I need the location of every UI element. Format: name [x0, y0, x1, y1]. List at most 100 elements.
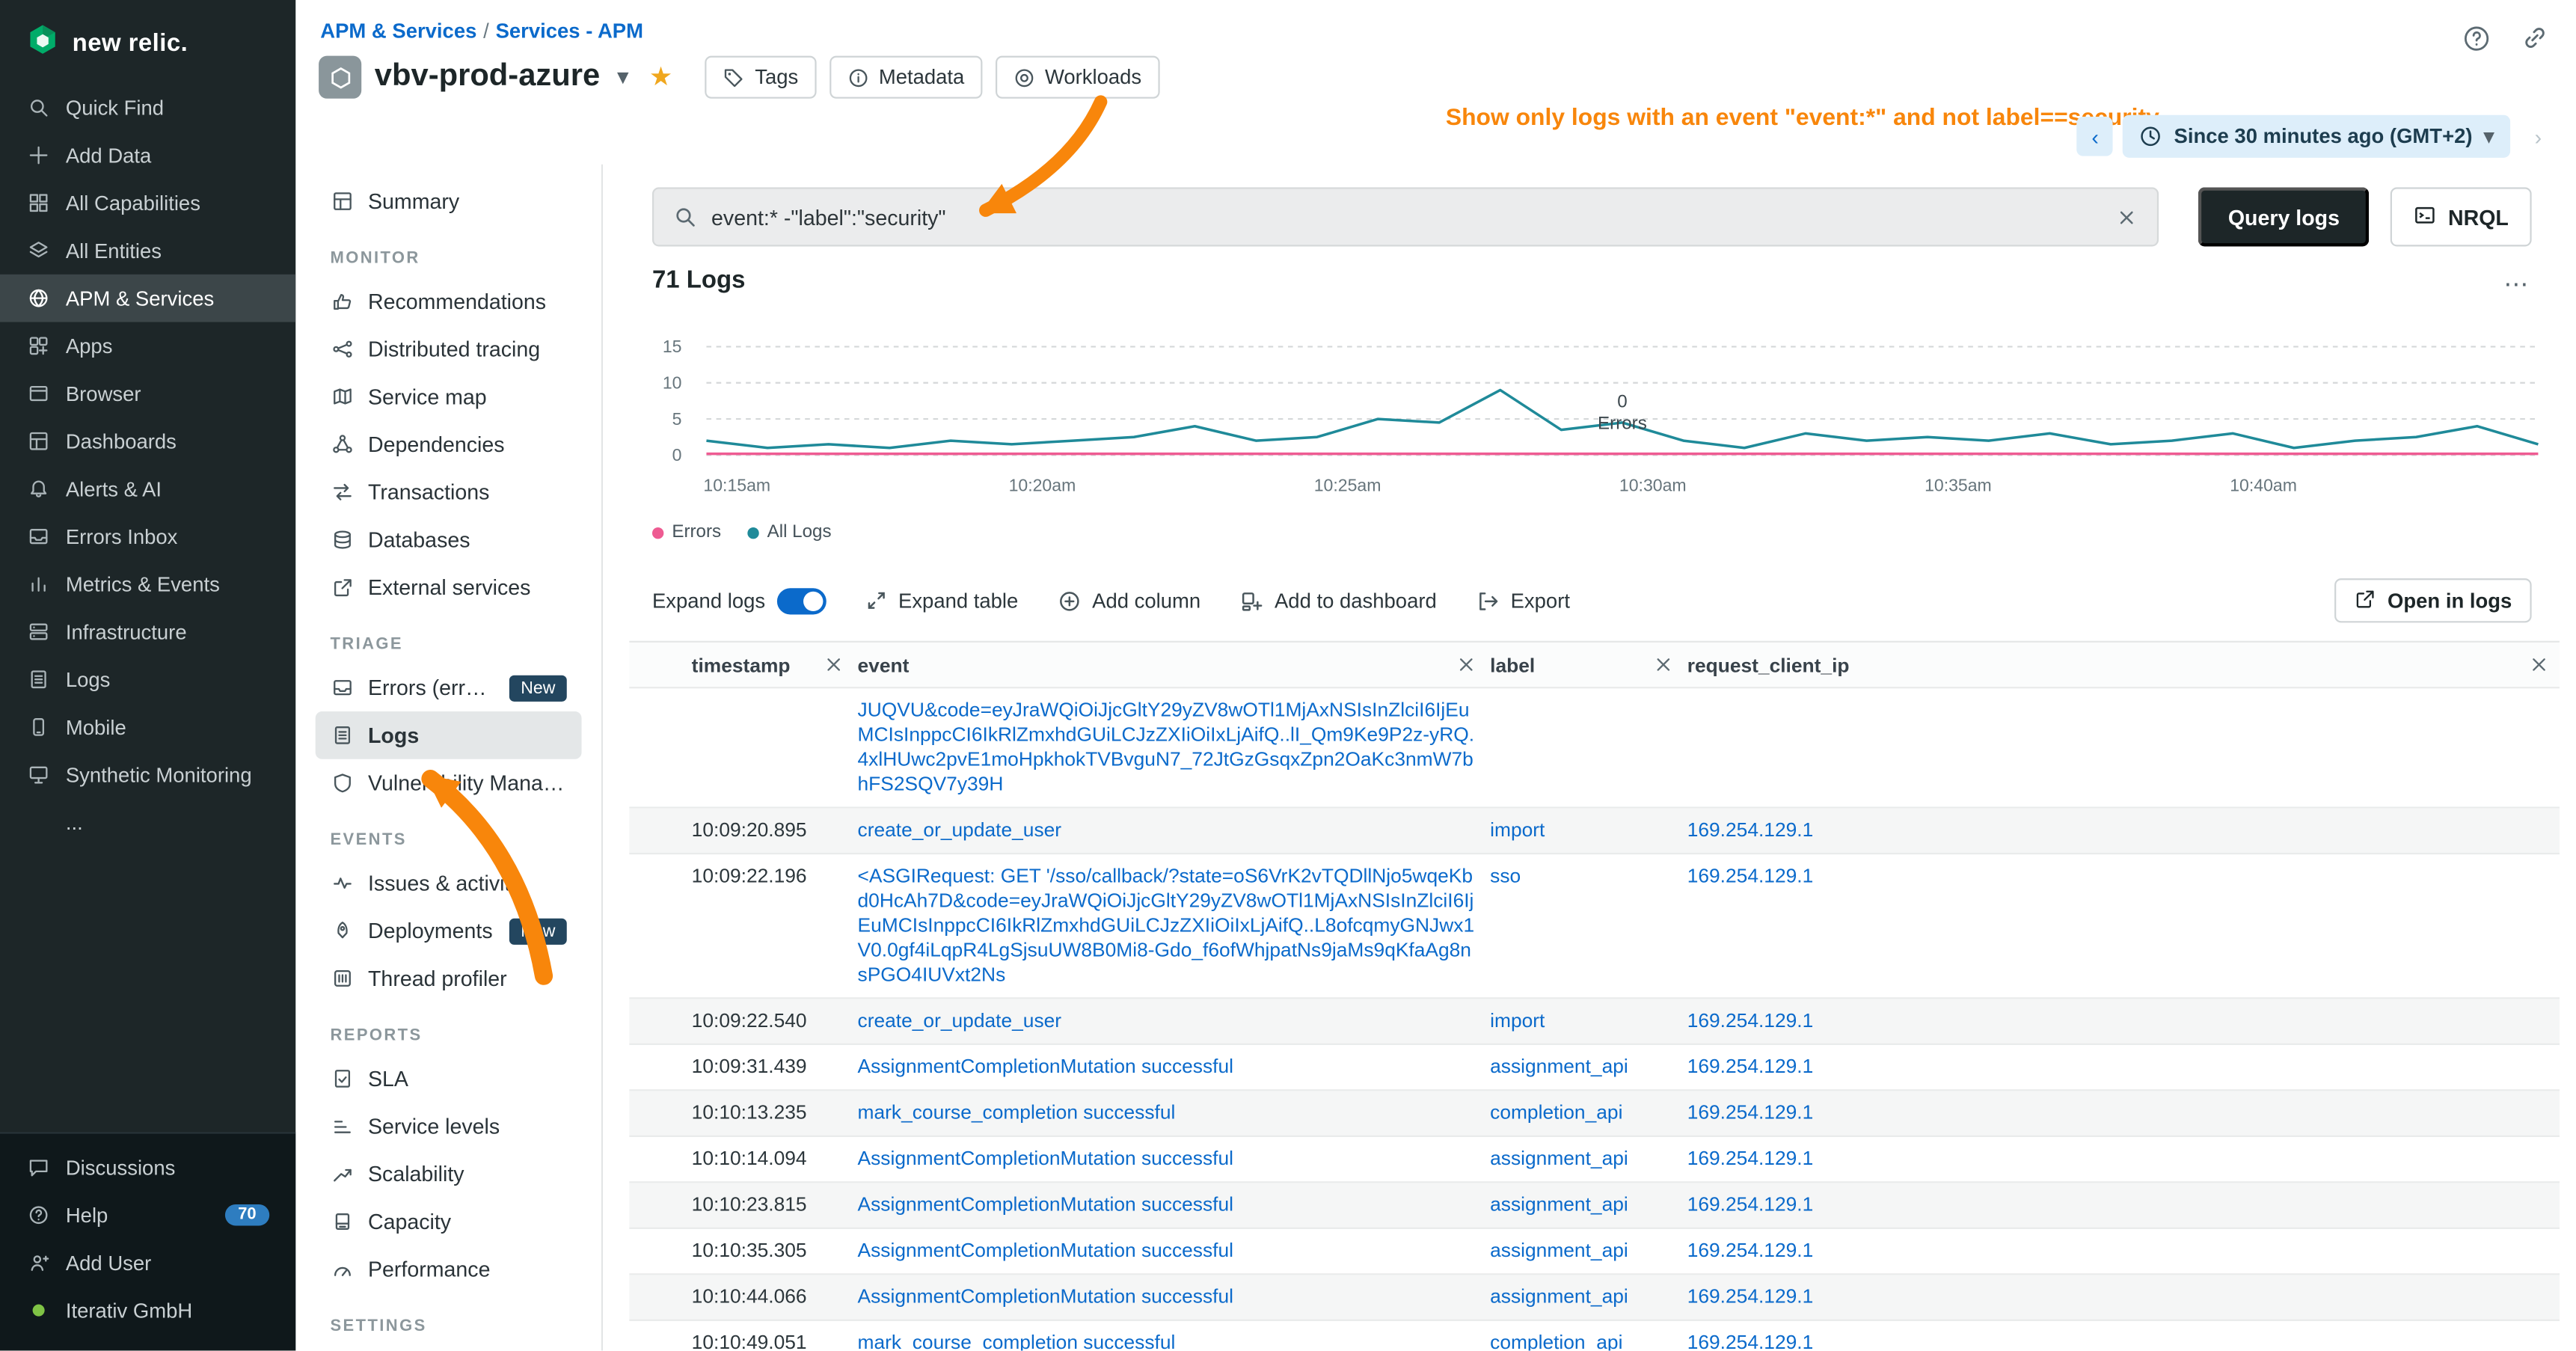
- log-ip-link[interactable]: 169.254.129.1: [1687, 1239, 1814, 1262]
- sidebar-item-dashboards[interactable]: Dashboards: [0, 417, 295, 465]
- log-label-link[interactable]: import: [1490, 1009, 1545, 1032]
- legend-item-all-logs[interactable]: All Logs: [747, 522, 831, 542]
- log-event-link[interactable]: AssignmentCompletionMutation successful: [858, 1285, 1233, 1308]
- time-range-button[interactable]: Since 30 minutes ago (GMT+2) ▾: [2123, 115, 2510, 158]
- sidebar-item-apps[interactable]: Apps: [0, 322, 295, 370]
- sidebar-item-quick-find[interactable]: Quick Find: [0, 84, 295, 132]
- log-event-link[interactable]: create_or_update_user: [858, 1009, 1062, 1032]
- log-event-link[interactable]: AssignmentCompletionMutation successful: [858, 1055, 1233, 1078]
- column-header-request-client-ip[interactable]: request_client_ip: [1684, 643, 2560, 687]
- log-label-link[interactable]: completion_api: [1490, 1101, 1622, 1124]
- log-event-link[interactable]: AssignmentCompletionMutation successful: [858, 1239, 1233, 1262]
- log-label-link[interactable]: assignment_api: [1490, 1055, 1628, 1078]
- favorite-star-icon[interactable]: ★: [649, 61, 673, 94]
- subnav-item-logs[interactable]: Logs: [316, 711, 582, 759]
- sidebar-item-mobile[interactable]: Mobile: [0, 703, 295, 751]
- log-query-input[interactable]: event:* -"label":"security": [652, 187, 2159, 246]
- time-forward-chevron-icon[interactable]: ›: [2520, 117, 2556, 156]
- sidebar-item-errors-inbox[interactable]: Errors Inbox: [0, 512, 295, 560]
- subnav-item-external-services[interactable]: External services: [316, 563, 582, 611]
- log-row[interactable]: 10:10:14.094AssignmentCompletionMutation…: [629, 1137, 2560, 1183]
- log-row[interactable]: 10:10:44.066AssignmentCompletionMutation…: [629, 1275, 2560, 1320]
- chart-menu-icon[interactable]: ⋯: [2503, 269, 2530, 299]
- log-ip-link[interactable]: 169.254.129.1: [1687, 1055, 1814, 1078]
- subnav-item-service-levels[interactable]: Service levels: [316, 1103, 582, 1151]
- log-ip-link[interactable]: 169.254.129.1: [1687, 1331, 1814, 1350]
- metadata-button[interactable]: Metadata: [829, 56, 983, 99]
- column-header-label[interactable]: label: [1487, 643, 1684, 687]
- subnav-item-dependencies[interactable]: Dependencies: [316, 420, 582, 468]
- log-row[interactable]: 10:09:22.540create_or_update_userimport1…: [629, 999, 2560, 1044]
- log-row[interactable]: 10:10:13.235mark_course_completion succe…: [629, 1091, 2560, 1136]
- log-row[interactable]: 10:09:22.196<ASGIRequest: GET '/sso/call…: [629, 854, 2560, 999]
- subnav-item-summary[interactable]: Summary: [316, 177, 582, 225]
- query-logs-button[interactable]: Query logs: [2198, 187, 2369, 246]
- sidebar-footer-item-help[interactable]: Help70: [0, 1191, 295, 1239]
- time-back-chevron-icon[interactable]: ‹: [2077, 117, 2113, 156]
- nrql-button[interactable]: NRQL: [2391, 187, 2532, 246]
- log-label-link[interactable]: assignment_api: [1490, 1193, 1628, 1216]
- entity-name[interactable]: vbv-prod-azure: [375, 59, 600, 95]
- legend-item-errors[interactable]: Errors: [652, 522, 721, 542]
- sidebar-footer-item-add-user[interactable]: Add User: [0, 1239, 295, 1287]
- remove-column-icon[interactable]: [1653, 654, 1675, 676]
- remove-column-icon[interactable]: [1456, 654, 1477, 676]
- log-event-link[interactable]: AssignmentCompletionMutation successful: [858, 1193, 1233, 1216]
- log-ip-link[interactable]: 169.254.129.1: [1687, 1101, 1814, 1124]
- sidebar-item-all-capabilities[interactable]: All Capabilities: [0, 179, 295, 227]
- sidebar-item-metrics-events[interactable]: Metrics & Events: [0, 560, 295, 608]
- subnav-item-distributed-tracing[interactable]: Distributed tracing: [316, 325, 582, 373]
- log-label-link[interactable]: completion_api: [1490, 1331, 1622, 1350]
- sidebar-item-apm-services[interactable]: APM & Services: [0, 275, 295, 322]
- subnav-item-errors-errors-inb[interactable]: Errors (errors inb...New: [316, 664, 582, 711]
- subnav-item-scalability[interactable]: Scalability: [316, 1150, 582, 1198]
- sidebar-footer-item-discussions[interactable]: Discussions: [0, 1144, 295, 1192]
- log-label-link[interactable]: sso: [1490, 864, 1521, 887]
- log-row[interactable]: 10:09:31.439AssignmentCompletionMutation…: [629, 1045, 2560, 1091]
- breadcrumb-link-services[interactable]: Services - APM: [496, 19, 643, 43]
- workloads-button[interactable]: Workloads: [996, 56, 1159, 99]
- clear-query-icon[interactable]: [2116, 206, 2138, 228]
- log-event-link[interactable]: AssignmentCompletionMutation successful: [858, 1147, 1233, 1170]
- column-header-event[interactable]: event: [854, 643, 1487, 687]
- log-row[interactable]: JUQVU&code=eyJraWQiOiJjcGltY29yZV8wOTl1M…: [629, 688, 2560, 808]
- log-event-link[interactable]: <ASGIRequest: GET '/sso/callback/?state=…: [858, 864, 1475, 986]
- log-event-link[interactable]: mark_course_completion successful: [858, 1331, 1176, 1350]
- add-to-dashboard-button[interactable]: Add to dashboard: [1240, 589, 1437, 612]
- sidebar-item-all-entities[interactable]: All Entities: [0, 227, 295, 275]
- sidebar-item-browser[interactable]: Browser: [0, 370, 295, 417]
- open-in-logs-button[interactable]: Open in logs: [2335, 578, 2532, 622]
- expand-logs-toggle[interactable]: [776, 587, 826, 613]
- remove-column-icon[interactable]: [2528, 654, 2550, 676]
- log-row[interactable]: 10:10:49.051mark_course_completion succe…: [629, 1321, 2560, 1351]
- subnav-item-capacity[interactable]: Capacity: [316, 1198, 582, 1246]
- log-ip-link[interactable]: 169.254.129.1: [1687, 1285, 1814, 1308]
- subnav-item-databases[interactable]: Databases: [316, 516, 582, 564]
- log-label-link[interactable]: assignment_api: [1490, 1239, 1628, 1262]
- subnav-item-issues-activity[interactable]: Issues & activity: [316, 860, 582, 907]
- column-header-timestamp[interactable]: timestamp: [688, 643, 854, 687]
- log-event-link[interactable]: mark_course_completion successful: [858, 1101, 1176, 1124]
- subnav-item-thread-profiler[interactable]: Thread profiler: [316, 955, 582, 1002]
- sidebar-item-add-data[interactable]: Add Data: [0, 132, 295, 180]
- export-button[interactable]: Export: [1476, 589, 1570, 612]
- breadcrumb-link-apm[interactable]: APM & Services: [320, 19, 476, 43]
- log-label-link[interactable]: assignment_api: [1490, 1285, 1628, 1308]
- add-column-button[interactable]: Add column: [1058, 589, 1200, 612]
- sidebar-item-infrastructure[interactable]: Infrastructure: [0, 608, 295, 656]
- log-event-link[interactable]: JUQVU&code=eyJraWQiOiJjcGltY29yZV8wOTl1M…: [858, 698, 1475, 795]
- expand-table-button[interactable]: Expand table: [865, 589, 1018, 612]
- log-ip-link[interactable]: 169.254.129.1: [1687, 1009, 1814, 1032]
- sidebar-footer-item-iterativ-gmbh[interactable]: Iterativ GmbH: [0, 1287, 295, 1335]
- remove-column-icon[interactable]: [823, 654, 844, 676]
- log-row[interactable]: 10:10:35.305AssignmentCompletionMutation…: [629, 1229, 2560, 1275]
- entity-chevron-down-icon[interactable]: ▼: [613, 66, 633, 89]
- log-ip-link[interactable]: 169.254.129.1: [1687, 818, 1814, 842]
- subnav-item-transactions[interactable]: Transactions: [316, 468, 582, 516]
- tags-button[interactable]: Tags: [705, 56, 816, 99]
- subnav-item-recommendations[interactable]: Recommendations: [316, 278, 582, 325]
- help-icon[interactable]: [2458, 19, 2494, 55]
- subnav-item-deployments[interactable]: DeploymentsNew: [316, 907, 582, 955]
- log-row[interactable]: 10:09:20.895create_or_update_userimport1…: [629, 809, 2560, 854]
- log-event-link[interactable]: create_or_update_user: [858, 818, 1062, 842]
